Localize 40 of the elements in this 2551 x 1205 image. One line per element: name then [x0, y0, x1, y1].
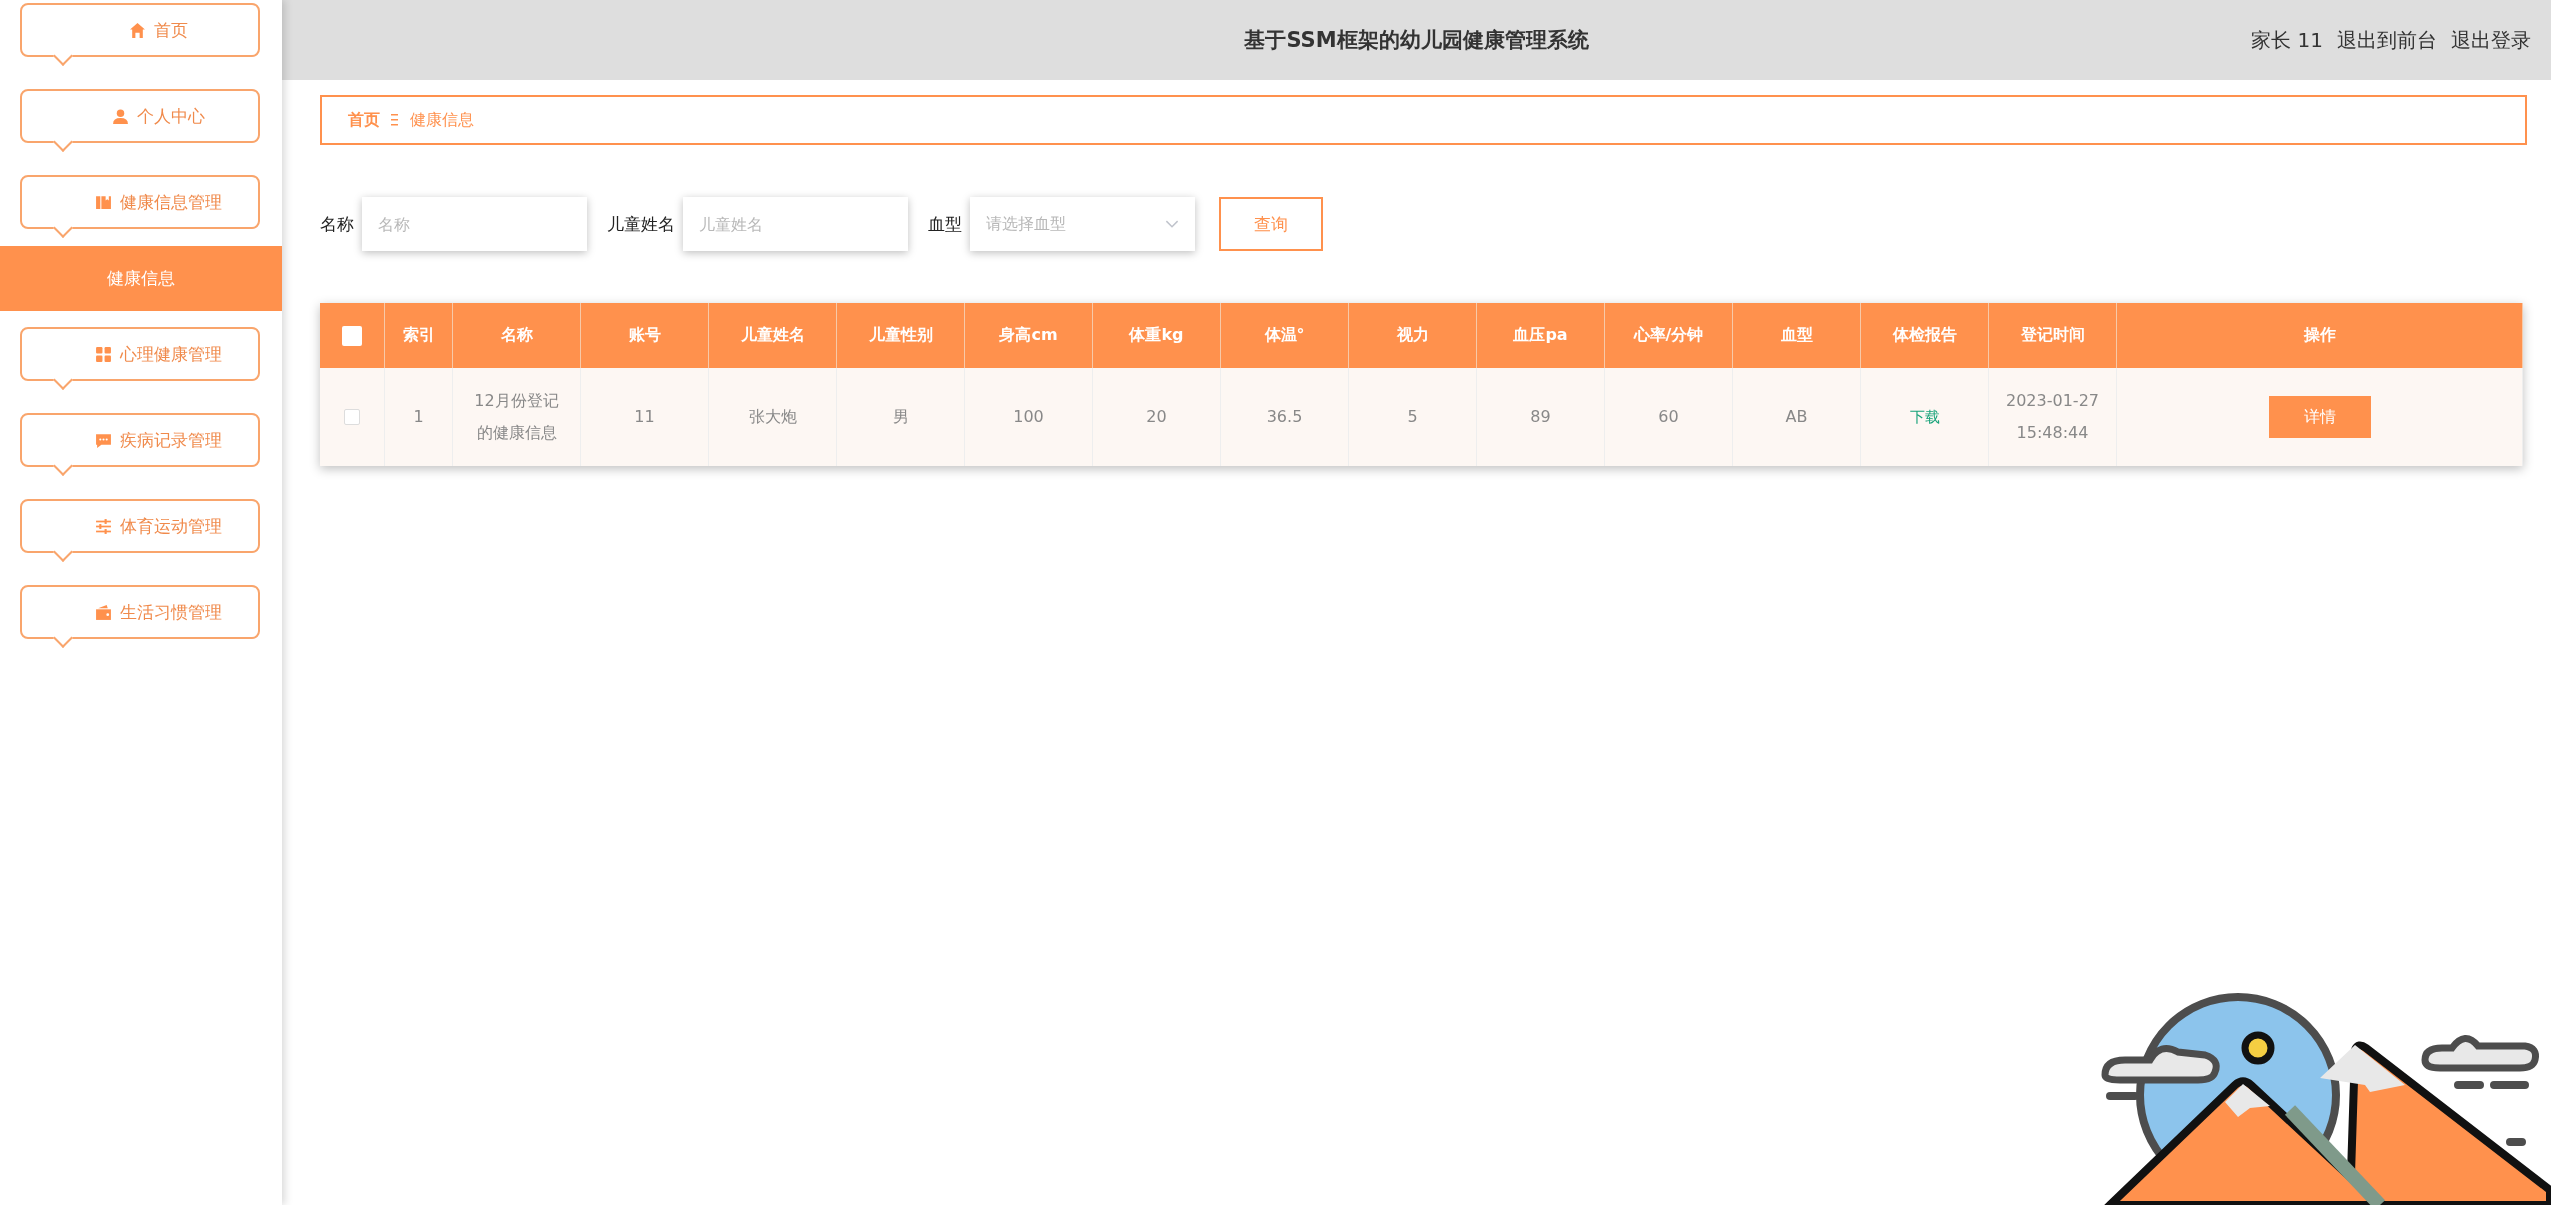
book-icon: [94, 193, 112, 211]
header-link[interactable]: 退出到前台: [2337, 26, 2437, 54]
header-link[interactable]: 退出登录: [2451, 26, 2531, 54]
breadcrumb-link[interactable]: 健康信息: [410, 109, 474, 131]
table-cell-text: 60: [1658, 406, 1679, 428]
checkbox[interactable]: [342, 325, 362, 346]
submenu-item[interactable]: 健康信息: [0, 246, 282, 311]
download-link[interactable]: 下载: [1909, 407, 1940, 427]
table-cell-text: 2023-01-27 15:48:44: [2005, 390, 2100, 444]
input-field[interactable]: 儿童姓名: [683, 197, 908, 251]
table-cell-text: AB: [1785, 406, 1808, 428]
detail-button[interactable]: 详情: [2268, 396, 2371, 438]
checkbox[interactable]: [344, 409, 360, 425]
user-icon: [111, 107, 129, 125]
wallet-icon: [94, 603, 112, 621]
grid-icon: [94, 345, 112, 363]
field-label: 儿童姓名: [607, 212, 675, 236]
select-field[interactable]: 请选择血型: [970, 197, 1195, 251]
home-icon: [128, 21, 146, 39]
user-name: 家长 11: [2251, 26, 2323, 54]
sliders-icon: [94, 517, 112, 535]
table-cell-text: 36.5: [1266, 406, 1303, 428]
table-cell-text: 5: [1407, 406, 1418, 428]
separator-icon: [390, 113, 400, 127]
chevron-down-icon: [1165, 219, 1179, 229]
breadcrumb-link[interactable]: 首页: [348, 109, 380, 131]
chat-icon: [94, 431, 112, 449]
table-cell-text: 1: [413, 406, 424, 428]
field-label: 血型: [928, 212, 962, 236]
table-cell-text: 张大炮: [748, 406, 797, 428]
table-cell-text: 11: [634, 406, 655, 428]
table-cell-text: 12月份登记的健康信息: [473, 390, 560, 444]
field-label: 名称: [320, 212, 354, 236]
table-cell-text: 100: [1013, 406, 1044, 428]
input-field[interactable]: 名称: [362, 197, 587, 251]
table-cell-text: 男: [892, 406, 909, 428]
table-cell-text: 20: [1146, 406, 1167, 428]
system-title: 基于SSM框架的幼儿园健康管理系统: [1244, 27, 1589, 54]
table-cell-text: 89: [1530, 406, 1551, 428]
search-button[interactable]: 查询: [1219, 197, 1323, 251]
